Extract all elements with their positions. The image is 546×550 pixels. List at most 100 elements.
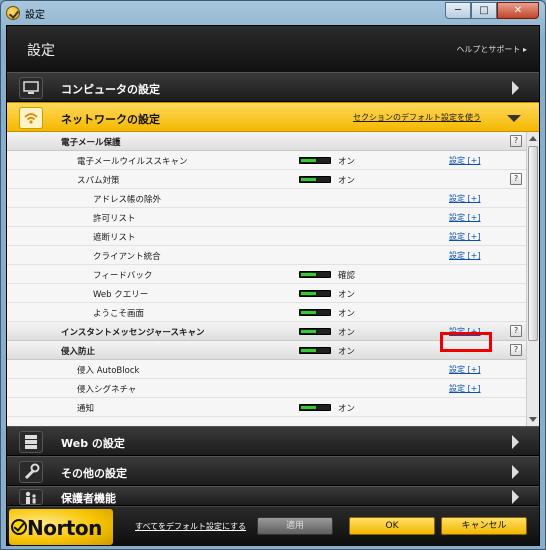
toggle-switch[interactable] — [299, 309, 331, 316]
row-label: インスタントメッセンジャースキャン — [61, 328, 205, 338]
client-area: 設定 ヘルプとサポート ▸ コンピュータの設定 ネットワークの設定 セクションの… — [6, 25, 540, 546]
toggle-state: オン — [338, 328, 356, 338]
row-allowed-list: 許可リスト 設定 [+] — [7, 208, 526, 227]
highlight-box — [440, 332, 492, 352]
row-label: 通知 — [77, 404, 95, 414]
vertical-scrollbar[interactable] — [526, 132, 539, 426]
toggle-state: オン — [338, 290, 356, 300]
chevron-right-icon — [512, 435, 519, 449]
toggle-switch[interactable] — [299, 271, 331, 278]
chevron-right-icon — [512, 490, 519, 504]
help-icon[interactable]: ? — [510, 173, 522, 185]
logo-text: Norton — [27, 516, 102, 540]
footer-bar: Norton すべてをデフォルト設定にする 適用 OK キャンセル — [7, 506, 539, 546]
help-support-link[interactable]: ヘルプとサポート ▸ — [456, 44, 527, 55]
row-label: スパム対策 — [77, 176, 120, 186]
settings-window: 設定 ─ □ ✕ 設定 ヘルプとサポート ▸ コンピュータの設定 ネットワークの… — [0, 0, 546, 550]
row-label: クライアント統合 — [93, 252, 161, 262]
row-label: Web クエリー — [93, 290, 149, 300]
row-client-integration: クライアント統合 設定 [+] — [7, 246, 526, 265]
section-web-settings[interactable]: Web の設定 — [7, 426, 539, 456]
row-intrusion-autoblock: 侵入 AutoBlock 設定 [+] — [7, 360, 526, 379]
help-icon[interactable]: ? — [510, 135, 522, 147]
section-label: Web の設定 — [61, 437, 125, 450]
family-icon — [19, 489, 43, 505]
page-title: 設定 — [27, 43, 55, 59]
scroll-down-icon[interactable] — [529, 417, 537, 422]
reset-all-defaults-link[interactable]: すべてをデフォルト設定にする — [135, 521, 246, 532]
close-button[interactable]: ✕ — [497, 2, 539, 19]
section-label: ネットワークの設定 — [61, 113, 160, 126]
toggle-state: 確認 — [338, 271, 356, 281]
row-label: フィードバック — [93, 271, 153, 281]
toggle-state: オン — [338, 157, 356, 167]
scroll-up-icon[interactable] — [529, 136, 537, 141]
norton-logo: Norton — [9, 509, 113, 545]
row-notifications: 通知 オン — [7, 398, 526, 417]
chevron-right-icon — [512, 81, 519, 95]
configure-link[interactable]: 設定 [+] — [449, 364, 481, 375]
row-address-book-exclusions: アドレス帳の除外 設定 [+] — [7, 189, 526, 208]
minimize-button[interactable]: ─ — [445, 2, 471, 19]
apply-button[interactable]: 適用 — [257, 517, 333, 535]
configure-link[interactable]: 設定 [+] — [449, 212, 481, 223]
monitor-icon — [19, 77, 43, 99]
toggle-state: オン — [338, 309, 356, 319]
row-intrusion-signatures: 侵入シグネチャ 設定 [+] — [7, 379, 526, 398]
wifi-icon — [19, 107, 43, 129]
section-label: その他の設定 — [61, 467, 127, 480]
toggle-switch[interactable] — [299, 328, 331, 335]
toggle-switch[interactable] — [299, 404, 331, 411]
row-label: 許可リスト — [93, 214, 136, 224]
ok-button[interactable]: OK — [349, 517, 435, 535]
section-other-settings[interactable]: その他の設定 — [7, 456, 539, 486]
toggle-switch[interactable] — [299, 157, 331, 164]
configure-link[interactable]: 設定 [+] — [449, 231, 481, 242]
toggle-switch[interactable] — [299, 176, 331, 183]
row-web-query: Web クエリー オン — [7, 284, 526, 303]
row-label: 電子メール保護 — [61, 138, 121, 148]
server-icon — [19, 431, 43, 453]
section-label: コンピュータの設定 — [61, 83, 160, 96]
help-icon[interactable]: ? — [510, 325, 522, 337]
toggle-switch[interactable] — [299, 347, 331, 354]
row-label: 遮断リスト — [93, 233, 136, 243]
maximize-button[interactable]: □ — [471, 2, 497, 19]
configure-link[interactable]: 設定 [+] — [449, 383, 481, 394]
row-email-protection: 電子メール保護 ? — [7, 132, 526, 151]
section-computer-settings[interactable]: コンピュータの設定 — [7, 72, 539, 102]
row-label: ようこそ画面 — [93, 309, 145, 319]
title-bar[interactable]: 設定 ─ □ ✕ — [1, 1, 545, 25]
configure-link[interactable]: 設定 [+] — [449, 250, 481, 261]
toggle-state: オン — [338, 176, 356, 186]
chevron-down-icon[interactable] — [507, 115, 521, 122]
row-feedback: フィードバック 確認 — [7, 265, 526, 284]
toggle-state: オン — [338, 404, 356, 414]
configure-link[interactable]: 設定 [+] — [449, 155, 481, 166]
section-parental-controls[interactable]: 保護者機能 — [7, 486, 539, 506]
checkmark-icon — [11, 519, 27, 535]
toggle-state: オン — [338, 347, 356, 357]
norton-app-icon — [6, 6, 20, 20]
row-welcome-screen: ようこそ画面 オン — [7, 303, 526, 322]
toggle-switch[interactable] — [299, 290, 331, 297]
window-title: 設定 — [25, 10, 45, 21]
network-settings-panel: 電子メール保護 ? 電子メールウイルススキャン オン 設定 [+] スパム対策 … — [7, 132, 539, 426]
use-section-defaults-link[interactable]: セクションのデフォルト設定を使う — [353, 112, 481, 123]
row-anti-spam: スパム対策 オン ? — [7, 170, 526, 189]
settings-header: 設定 ヘルプとサポート ▸ — [7, 26, 539, 72]
cancel-button[interactable]: キャンセル — [441, 517, 527, 535]
section-network-settings[interactable]: ネットワークの設定 セクションのデフォルト設定を使う — [7, 102, 539, 132]
row-label: 侵入 AutoBlock — [77, 366, 140, 376]
row-label: 侵入シグネチャ — [77, 385, 137, 395]
window-controls: ─ □ ✕ — [445, 2, 539, 19]
chevron-right-icon — [512, 465, 519, 479]
configure-link[interactable]: 設定 [+] — [449, 193, 481, 204]
row-label: 電子メールウイルススキャン — [77, 157, 188, 167]
scrollbar-thumb[interactable] — [528, 146, 538, 341]
section-label: 保護者機能 — [61, 492, 116, 505]
help-icon[interactable]: ? — [510, 344, 522, 356]
row-email-virus-scan: 電子メールウイルススキャン オン 設定 [+] — [7, 151, 526, 170]
row-label: アドレス帳の除外 — [93, 195, 162, 205]
row-blocked-list: 遮断リスト 設定 [+] — [7, 227, 526, 246]
